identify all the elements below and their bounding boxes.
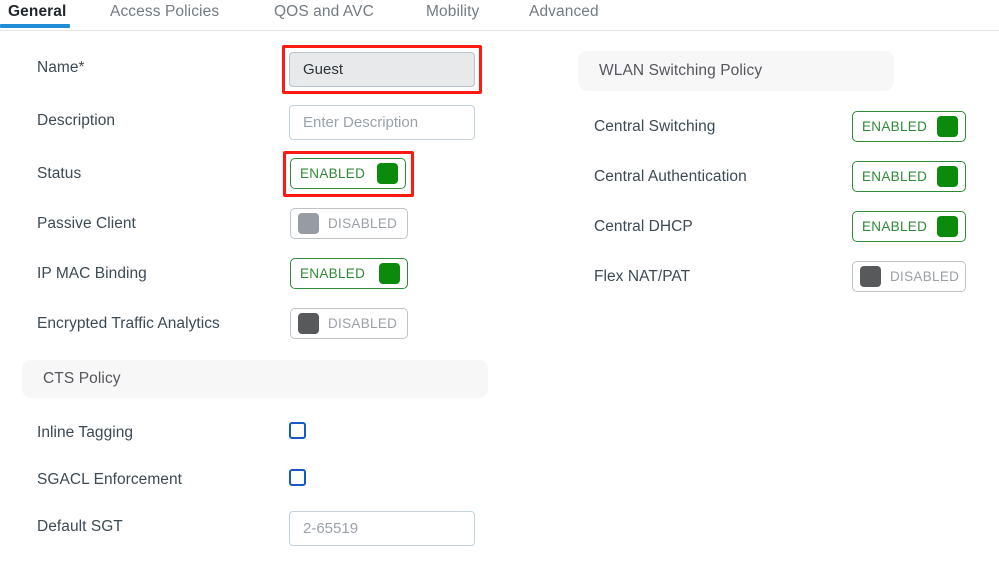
default-sgt-input[interactable]: 2-65519 [289,511,475,546]
central-switching-toggle[interactable]: ENABLED [852,111,966,142]
toggle-knob-icon [377,163,398,184]
ip-mac-binding-toggle[interactable]: ENABLED [290,258,408,289]
central-dhcp-toggle[interactable]: ENABLED [852,211,966,242]
cts-policy-title: CTS Policy [43,370,121,387]
status-toggle[interactable]: ENABLED [290,158,406,189]
tab-general[interactable]: General [8,3,66,21]
encrypted-traffic-analytics-label: Encrypted Traffic Analytics [37,315,220,332]
tab-advanced[interactable]: Advanced [529,3,599,21]
tab-mobility[interactable]: Mobility [426,3,479,21]
wlan-switching-policy-title: WLAN Switching Policy [599,62,763,79]
ip-mac-binding-toggle-label: ENABLED [300,266,366,281]
active-tab-indicator [0,24,70,28]
central-switching-label: Central Switching [594,118,716,135]
flex-nat-pat-label: Flex NAT/PAT [594,268,691,285]
inline-tagging-checkbox[interactable] [289,422,306,439]
sgacl-enforcement-checkbox[interactable] [289,469,306,486]
encrypted-traffic-analytics-toggle[interactable]: DISABLED [290,308,408,339]
sgacl-enforcement-label: SGACL Enforcement [37,471,183,488]
toggle-knob-icon [298,213,319,234]
encrypted-traffic-analytics-toggle-label: DISABLED [328,316,398,331]
passive-client-toggle[interactable]: DISABLED [290,208,408,239]
flex-nat-pat-toggle[interactable]: DISABLED [852,261,966,292]
tab-bar: General Access Policies QOS and AVC Mobi… [0,0,999,31]
status-toggle-label: ENABLED [300,166,366,181]
inline-tagging-label: Inline Tagging [37,424,134,441]
tab-qos-and-avc[interactable]: QOS and AVC [274,3,374,21]
wlan-switching-policy-header: WLAN Switching Policy [578,51,894,91]
flex-nat-pat-toggle-label: DISABLED [890,269,960,284]
passive-client-toggle-label: DISABLED [328,216,398,231]
toggle-knob-icon [937,116,958,137]
central-dhcp-toggle-label: ENABLED [862,219,928,234]
central-authentication-label: Central Authentication [594,168,747,185]
toggle-knob-icon [379,263,400,284]
ip-mac-binding-label: IP MAC Binding [37,265,147,282]
description-placeholder: Enter Description [303,114,419,131]
description-input[interactable]: Enter Description [289,105,475,140]
toggle-knob-icon [860,266,881,287]
name-label: Name* [37,59,85,76]
description-label: Description [37,112,116,129]
default-sgt-placeholder: 2-65519 [303,520,359,537]
central-dhcp-label: Central DHCP [594,218,693,235]
tab-access-policies[interactable]: Access Policies [110,3,219,21]
name-input-value: Guest [303,61,344,78]
central-authentication-toggle[interactable]: ENABLED [852,161,966,192]
status-label: Status [37,165,82,182]
default-sgt-label: Default SGT [37,518,123,535]
toggle-knob-icon [937,166,958,187]
central-authentication-toggle-label: ENABLED [862,169,928,184]
toggle-knob-icon [298,313,319,334]
name-input[interactable]: Guest [289,52,475,87]
cts-policy-header: CTS Policy [22,360,488,398]
central-switching-toggle-label: ENABLED [862,119,928,134]
passive-client-label: Passive Client [37,215,136,232]
toggle-knob-icon [937,216,958,237]
